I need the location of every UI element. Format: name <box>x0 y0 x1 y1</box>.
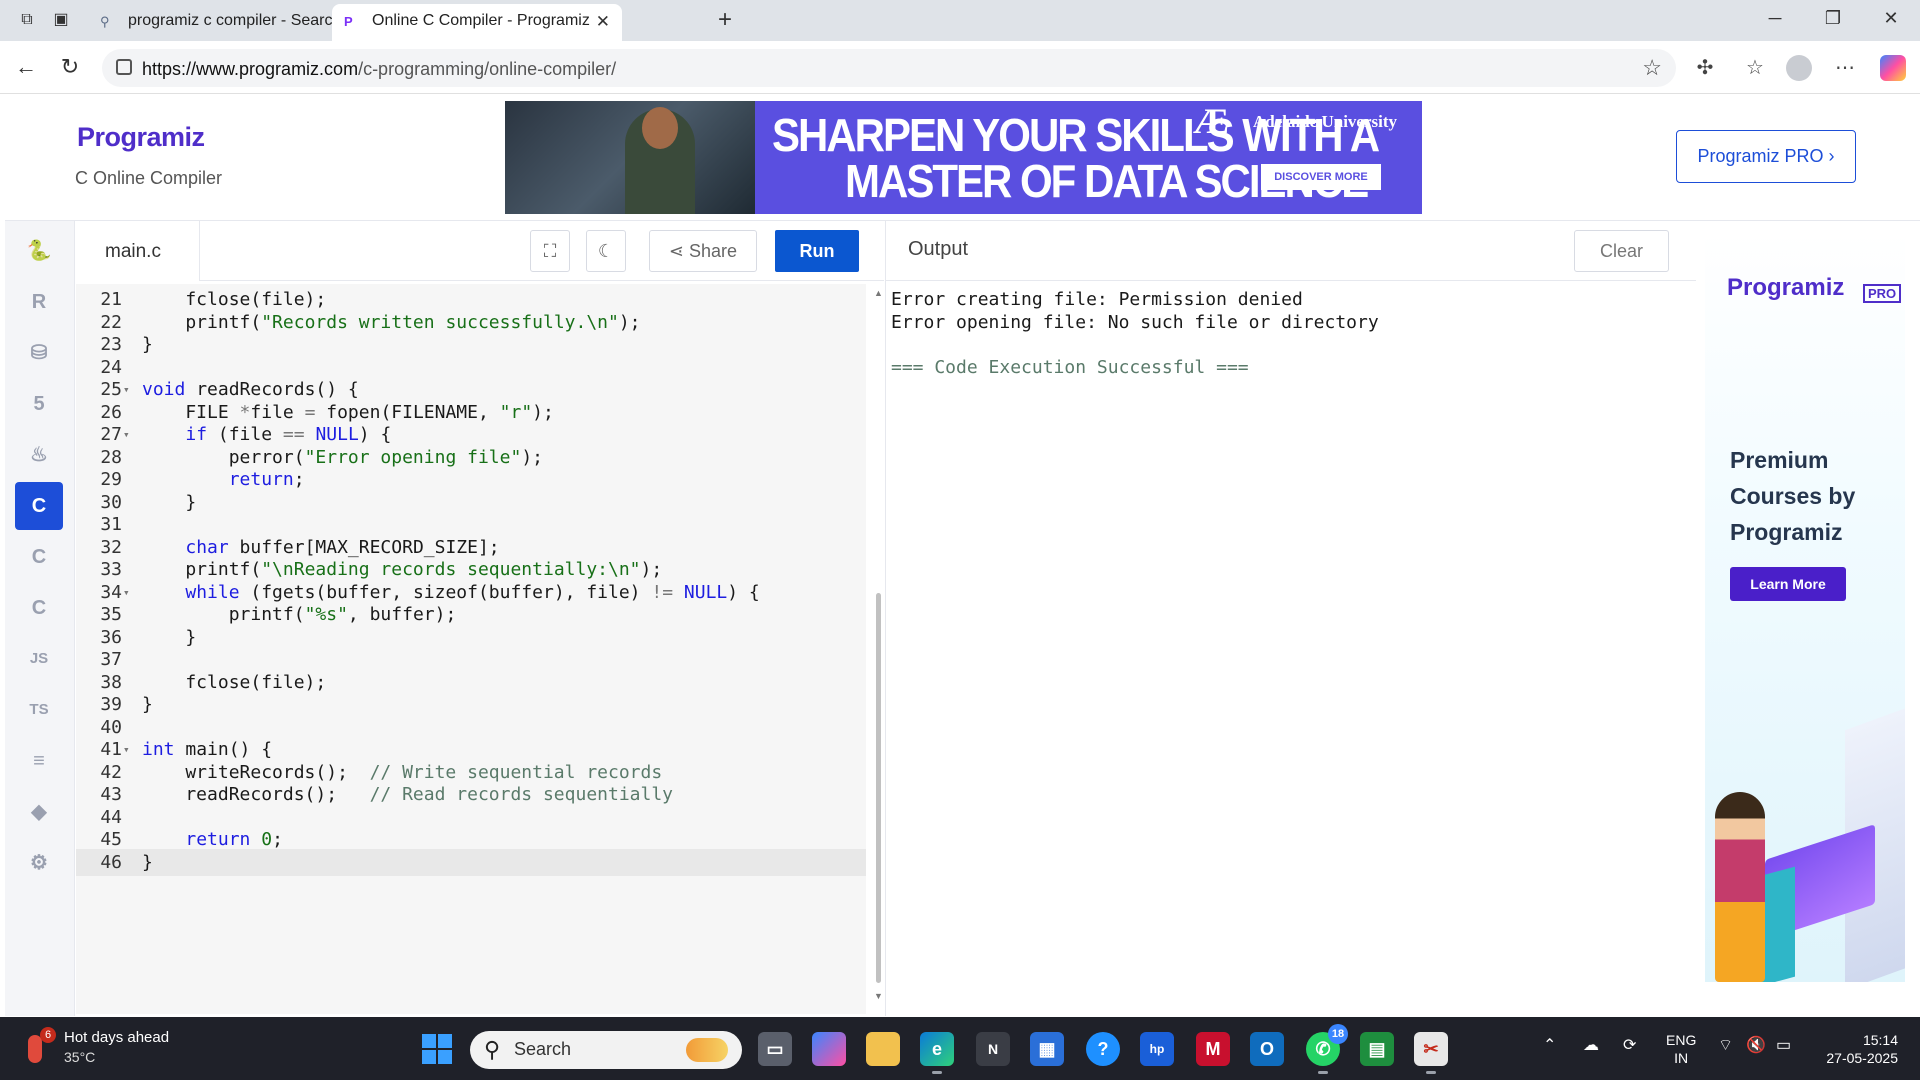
help-icon[interactable]: ? <box>1086 1032 1120 1066</box>
copilot-app-icon[interactable] <box>812 1032 846 1066</box>
language-indicator[interactable]: ENG IN <box>1666 1031 1696 1067</box>
code-text: } <box>142 851 153 873</box>
output-line: Error creating file: Permission denied <box>891 289 1303 310</box>
copilot-icon[interactable] <box>1880 55 1906 81</box>
notion-icon[interactable]: N <box>976 1032 1010 1066</box>
maximize-icon[interactable]: ❐ <box>1810 8 1856 29</box>
extensions-icon[interactable]: ✣ <box>1692 55 1718 81</box>
side-ad[interactable]: Programiz PRO Premium Courses by Program… <box>1705 232 1905 982</box>
programiz-pro-button[interactable]: Programiz PRO › <box>1676 130 1856 183</box>
speaker-muted-icon[interactable]: 🔇 <box>1746 1035 1766 1055</box>
sync-icon[interactable]: ⟳ <box>1623 1035 1636 1055</box>
editor-toolbar: main.c ⛶ ☾ ⋖ Share Run <box>76 221 884 281</box>
ad-university: Æ Adelaide University <box>1193 101 1398 141</box>
new-tab-icon[interactable]: + <box>714 8 736 32</box>
share-button[interactable]: ⋖ Share <box>649 230 757 272</box>
banner-ad[interactable]: SHARPEN YOUR SKILLS WITH A MASTER OF DAT… <box>505 101 1422 214</box>
html-icon[interactable]: 5 <box>15 380 63 428</box>
vertical-tabs-icon[interactable]: ▣ <box>50 9 72 31</box>
profile-avatar[interactable] <box>1786 55 1812 81</box>
js-icon[interactable]: JS <box>15 635 63 683</box>
workspaces-icon[interactable]: ⧉ <box>16 9 38 31</box>
output-title: Output <box>908 238 969 260</box>
adelaide-logo-icon: Æ <box>1193 101 1229 141</box>
close-tab-icon[interactable]: ✕ <box>596 12 610 32</box>
editor-scrollbar[interactable]: ▲ ▼ <box>874 288 884 1003</box>
dark-mode-icon[interactable]: ☾ <box>586 230 626 272</box>
taskbar: 6 Hot days ahead 35°C ⚲ Search ▭ e N ▦ ?… <box>0 1017 1920 1080</box>
code-area[interactable]: 21 fclose(file); 22 printf("Records writt… <box>76 284 866 1014</box>
sheets-icon[interactable]: ▤ <box>1360 1032 1394 1066</box>
browser-tab-strip: ⧉ ▣ ⚲ programiz c compiler - Search ✕ P … <box>0 0 1920 41</box>
r-icon[interactable]: R <box>15 278 63 326</box>
pro-badge: PRO <box>1863 284 1902 303</box>
wifi-icon[interactable]: ⌔ <box>1718 1035 1733 1055</box>
ad-logo: Programiz <box>1727 274 1845 301</box>
start-button[interactable] <box>422 1034 452 1064</box>
c-icon[interactable]: C <box>15 482 63 530</box>
fullscreen-icon[interactable]: ⛶ <box>530 230 570 272</box>
learn-more-button[interactable]: Learn More <box>1730 567 1846 601</box>
minimize-icon[interactable]: ─ <box>1752 8 1798 29</box>
site-info-icon[interactable] <box>116 59 132 75</box>
line-number: 46 <box>100 851 122 873</box>
programiz-favicon-icon: P <box>344 14 353 29</box>
student-illustration <box>1715 792 1765 982</box>
swift-icon[interactable]: ◆ <box>15 788 63 836</box>
mcafee-icon[interactable]: M <box>1196 1032 1230 1066</box>
ad-headline: Premium Courses by Programiz <box>1730 447 1856 545</box>
url-input[interactable]: https://www.programiz.com/c-programming/… <box>102 49 1676 87</box>
edge-icon[interactable]: e <box>920 1032 954 1074</box>
favorites-icon[interactable]: ☆ <box>1742 55 1768 81</box>
code-editor-panel: main.c ⛶ ☾ ⋖ Share Run 21 fclose(file); 2… <box>76 221 884 1016</box>
close-window-icon[interactable]: ✕ <box>1868 8 1914 29</box>
back-icon[interactable]: ← <box>12 53 40 81</box>
code-line[interactable]: 46} <box>76 848 866 876</box>
clock[interactable]: 15:14 27-05-2025 <box>1818 1031 1898 1067</box>
tab-compiler[interactable]: P Online C Compiler - Programiz ✕ <box>332 4 622 41</box>
file-explorer-icon[interactable] <box>866 1032 900 1066</box>
store-icon[interactable]: ▦ <box>1030 1032 1064 1066</box>
ts-icon[interactable]: TS <box>15 686 63 734</box>
run-button[interactable]: Run <box>775 230 859 272</box>
share-icon: ⋖ <box>668 241 690 261</box>
programiz-logo[interactable]: Programiz <box>77 122 205 153</box>
ad-discover-button[interactable]: DISCOVER MORE <box>1261 164 1381 190</box>
output-line: Error opening file: No such file or dire… <box>891 311 1379 333</box>
outlook-icon[interactable]: O <box>1250 1032 1284 1066</box>
search-icon: ⚲ <box>484 1037 501 1062</box>
snipping-tool-icon[interactable]: ✂ <box>1414 1032 1448 1074</box>
onedrive-icon[interactable]: ☁ <box>1583 1035 1599 1055</box>
output-line: === Code Execution Successful === <box>891 356 1249 378</box>
more-menu-icon[interactable]: ⋯ <box>1832 55 1858 81</box>
task-view-icon[interactable]: ▭ <box>758 1032 792 1066</box>
go-icon[interactable]: ≡ <box>15 737 63 785</box>
tray-chevron-icon[interactable]: ⌃ <box>1543 1035 1556 1055</box>
thermometer-icon <box>28 1035 42 1063</box>
myhp-icon[interactable]: hp <box>1140 1032 1174 1066</box>
java-icon[interactable]: ♨ <box>15 431 63 479</box>
file-tab-main[interactable]: main.c <box>76 221 200 281</box>
taskbar-search[interactable]: ⚲ Search <box>470 1031 742 1069</box>
scroll-down-icon[interactable]: ▼ <box>874 991 883 1001</box>
language-sidebar: 🐍 R ⛁ 5 ♨ C C C JS TS ≡ ◆ ⚙ <box>5 221 75 1016</box>
output-panel: Output Clear Error creating file: Permis… <box>885 221 1696 1016</box>
battery-icon[interactable]: ▭ <box>1776 1035 1791 1055</box>
refresh-icon[interactable]: ↻ <box>56 53 84 81</box>
page-subtitle: C Online Compiler <box>75 168 223 188</box>
url-text: https://www.programiz.com/c-programming/… <box>142 59 617 79</box>
csharp-icon[interactable]: C <box>15 584 63 632</box>
cpp-icon[interactable]: C <box>15 533 63 581</box>
clear-button[interactable]: Clear <box>1574 230 1669 272</box>
scroll-up-icon[interactable]: ▲ <box>874 288 883 298</box>
python-icon[interactable]: 🐍 <box>15 227 63 275</box>
address-bar-row: ← ↻ https://www.programiz.com/c-programm… <box>0 41 1920 94</box>
whatsapp-icon[interactable]: ✆ 18 <box>1306 1024 1348 1074</box>
sql-icon[interactable]: ⛁ <box>15 329 63 377</box>
rust-icon[interactable]: ⚙ <box>15 839 63 887</box>
page-header: Programiz C Online Compiler SHARPEN YOUR… <box>5 94 1920 221</box>
favorite-star-icon[interactable]: ☆ <box>1642 55 1662 81</box>
search-icon: ⚲ <box>100 14 110 29</box>
